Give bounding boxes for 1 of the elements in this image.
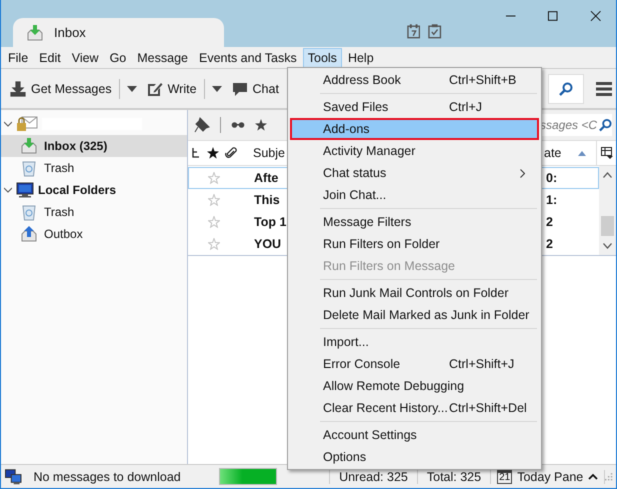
status-message: No messages to download <box>33 470 182 484</box>
